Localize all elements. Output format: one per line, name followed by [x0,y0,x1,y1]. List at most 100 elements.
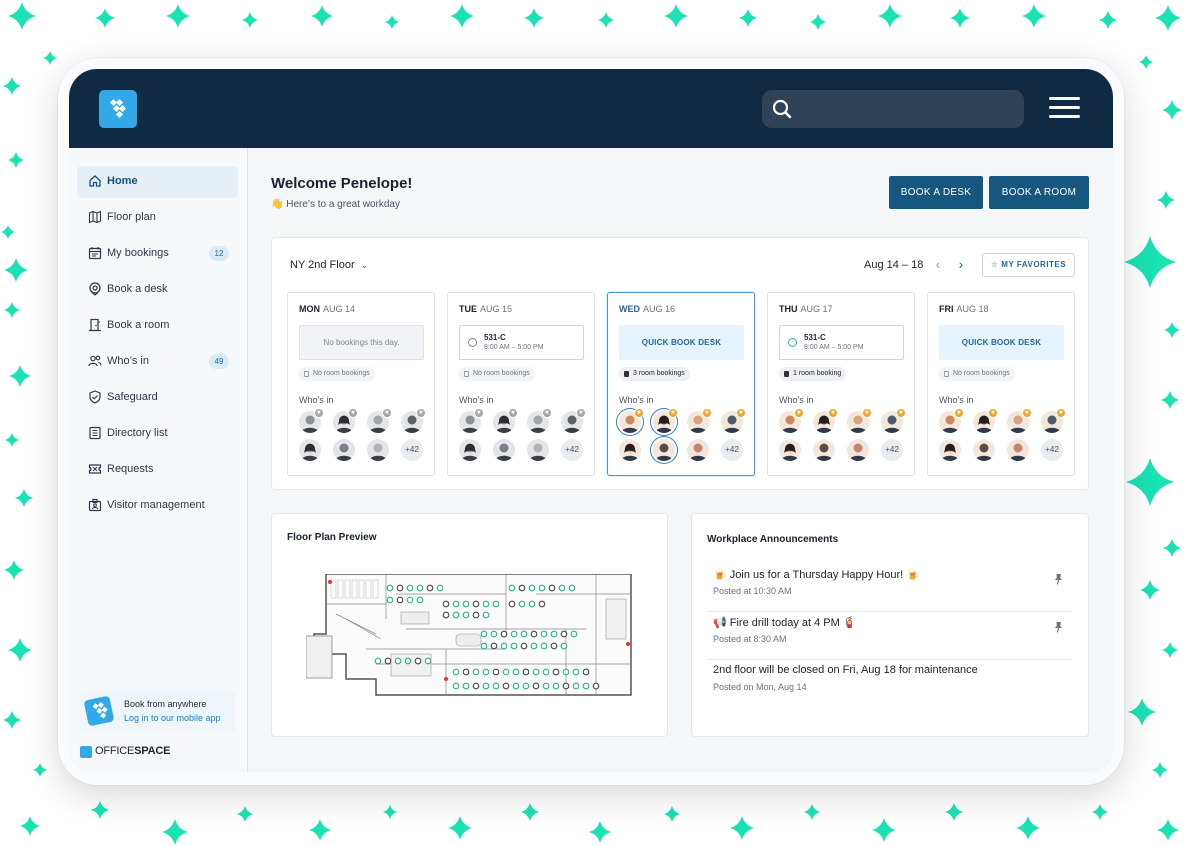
room-bookings-chip[interactable]: No room bookings [939,367,1015,381]
avatar[interactable]: ★ [973,408,998,433]
room-bookings-chip[interactable]: 3 room bookings [619,367,690,381]
floor-plan-map[interactable] [306,574,636,700]
avatar[interactable]: ★ [619,408,644,433]
people-icon [88,355,102,367]
avatar[interactable] [333,439,355,461]
announcement-posted: Posted at 10:30 AM [713,586,792,596]
sidebar-item-my-bookings[interactable]: My bookings 12 [77,238,238,270]
sidebar-item-safeguard[interactable]: Safeguard [77,382,238,414]
avatar[interactable] [459,439,481,461]
avatar[interactable] [367,439,389,461]
next-week-chevron-icon[interactable]: › [953,255,969,273]
day-column-wed[interactable]: WED AUG 16 QUICK BOOK DESK 3 room bookings W… [607,292,755,476]
quick-book-desk-button[interactable]: QUICK BOOK DESK [939,325,1064,360]
favorite-star-icon: ★ [416,408,426,418]
room-bookings-chip[interactable]: No room bookings [459,367,535,381]
sidebar-item-label: Requests [107,463,154,475]
avatar[interactable] [653,439,675,461]
sidebar-item-label: Book a desk [107,283,168,295]
day-column-mon[interactable]: MON AUG 14 No bookings this day. No room bo… [287,292,435,476]
desk-booking[interactable]: 531-C 8:00 AM – 5:00 PM [779,325,904,360]
avatar[interactable]: ★ [493,408,518,433]
avatar[interactable]: ★ [1041,408,1066,433]
avatar[interactable] [939,439,961,461]
room-bookings-chip[interactable]: 1 room booking [779,367,847,381]
avatar[interactable] [493,439,515,461]
booking-time: 8:00 AM – 5:00 PM [804,344,864,351]
avatar[interactable]: ★ [333,408,358,433]
announcement-item[interactable]: 2nd floor will be closed on Fri, Aug 18 … [707,660,1072,708]
avatar[interactable] [1007,439,1029,461]
sidebar-item-whos-in[interactable]: Who’s in 49 [77,346,238,378]
more-people-badge[interactable]: +42 [401,439,423,461]
avatar[interactable]: ★ [847,408,872,433]
brand-text-office: OFFICE [95,745,135,757]
avatar[interactable]: ★ [721,408,746,433]
avatar[interactable]: ★ [401,408,426,433]
avatar[interactable] [973,439,995,461]
avatar[interactable]: ★ [881,408,906,433]
room-bookings-chip[interactable]: No room bookings [299,367,375,381]
sidebar-item-home[interactable]: Home [77,166,238,198]
pin-icon[interactable] [1053,573,1064,585]
avatar[interactable]: ★ [459,408,484,433]
sidebar-item-floor-plan[interactable]: Floor plan [77,202,238,234]
announcement-item[interactable]: 📢 Fire drill today at 4 PM 🧯 Posted at 8… [707,612,1072,660]
favorite-star-icon: ★ [508,408,518,418]
avatar[interactable]: ★ [813,408,838,433]
promo-login-link[interactable]: Log in to our mobile app [124,713,221,723]
book-desk-button[interactable]: BOOK A DESK [889,176,983,209]
search-input[interactable] [762,90,1024,128]
day-column-tue[interactable]: TUE AUG 15 531-C 8:00 AM – 5:00 PM No room b… [447,292,595,476]
my-favorites-button[interactable]: ☆ MY FAVORITES [982,253,1075,277]
sidebar-item-directory[interactable]: Directory list [77,418,238,450]
booking-time: 8:00 AM – 5:00 PM [484,344,544,351]
avatar[interactable] [779,439,801,461]
more-people-badge[interactable]: +42 [1041,439,1063,461]
avatar[interactable]: ★ [527,408,552,433]
book-room-button[interactable]: BOOK A ROOM [989,176,1089,209]
location-pin-icon [788,338,797,347]
page-title: Welcome Penelope! [271,175,413,192]
avatar[interactable] [813,439,835,461]
day-date: AUG 18 [956,304,989,314]
avatar[interactable]: ★ [653,408,678,433]
quick-book-desk-button[interactable]: QUICK BOOK DESK [619,325,744,360]
avatar[interactable]: ★ [561,408,586,433]
avatar[interactable]: ★ [299,408,324,433]
announcement-item[interactable]: 🍺 Join us for a Thursday Happy Hour! 🍺 P… [707,564,1072,612]
favorite-star-icon: ★ [634,408,644,418]
avatar[interactable]: ★ [779,408,804,433]
avatar[interactable] [527,439,549,461]
search-icon [772,99,792,119]
hamburger-menu-icon[interactable] [1049,97,1080,119]
star-icon: ☆ [990,260,999,269]
avatar[interactable] [619,439,641,461]
more-people-badge[interactable]: +42 [881,439,903,461]
pin-icon[interactable] [1053,621,1064,633]
sidebar-item-requests[interactable]: Requests [77,454,238,486]
favorite-star-icon: ★ [988,408,998,418]
desk-booking[interactable]: 531-C 8:00 AM – 5:00 PM [459,325,584,360]
prev-week-chevron-icon[interactable]: ‹ [930,255,946,273]
avatar[interactable] [687,439,709,461]
day-column-fri[interactable]: FRI AUG 18 QUICK BOOK DESK No room bookings… [927,292,1075,476]
avatar[interactable] [299,439,321,461]
officespace-logo-icon[interactable] [99,90,137,128]
floor-selector[interactable]: NY 2nd Floor ⌄ [290,259,368,271]
sidebar-item-visitor-management[interactable]: Visitor management [77,490,238,522]
day-column-thu[interactable]: THU AUG 17 531-C 8:00 AM – 5:00 PM 1 room bo… [767,292,915,476]
day-date: AUG 17 [800,304,833,314]
room-icon [304,371,309,377]
avatar[interactable]: ★ [367,408,392,433]
location-pin-icon [468,338,477,347]
avatar[interactable]: ★ [687,408,712,433]
avatar[interactable]: ★ [1007,408,1032,433]
sidebar-item-book-desk[interactable]: Book a desk [77,274,238,306]
more-people-badge[interactable]: +42 [561,439,583,461]
avatar[interactable] [847,439,869,461]
sidebar-item-book-room[interactable]: Book a room [77,310,238,342]
avatar[interactable]: ★ [939,408,964,433]
more-people-badge[interactable]: +42 [721,439,743,461]
mobile-app-promo[interactable]: Book from anywhere Log in to our mobile … [80,690,235,732]
